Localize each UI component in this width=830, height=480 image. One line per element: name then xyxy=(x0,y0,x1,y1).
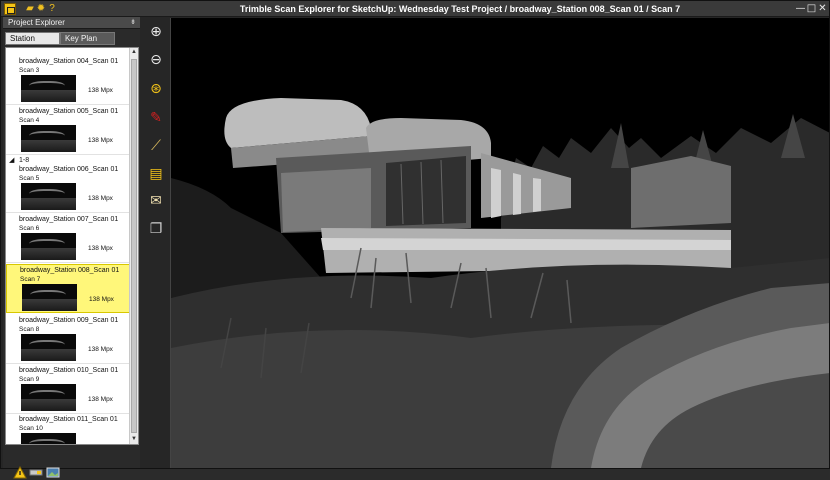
item-scan: Scan 4 xyxy=(19,117,40,124)
item-size: 138 Mpx xyxy=(88,137,113,144)
item-scan: Scan 8 xyxy=(19,326,40,333)
scan-viewport[interactable] xyxy=(170,18,829,468)
list-item[interactable]: broadway_Station 010_Scan 01 Scan 9 138 … xyxy=(6,365,130,414)
list-scrollbar[interactable]: ▲ ▼ xyxy=(129,48,138,444)
maximize-icon[interactable]: □ xyxy=(806,3,817,14)
item-scan: Scan 5 xyxy=(19,175,40,182)
item-size: 138 Mpx xyxy=(88,245,113,252)
zoom-in-icon[interactable]: ⊕ xyxy=(146,22,166,42)
panel-title: Project Explorer xyxy=(8,18,65,27)
folder-icon[interactable]: ▰ xyxy=(25,3,35,15)
group-expand-icon[interactable]: ◢ xyxy=(9,156,14,164)
app-window: ▰ ✹ ? Trimble Scan Explorer for SketchUp… xyxy=(0,0,830,479)
item-scan: Scan 6 xyxy=(19,225,40,232)
note-icon[interactable]: ▤ xyxy=(146,164,166,184)
pin-icon[interactable]: ⇟ xyxy=(130,18,136,26)
key-icon[interactable] xyxy=(29,466,43,479)
zoom-out-icon[interactable]: ⊖ xyxy=(146,50,166,70)
item-size: 138 Mpx xyxy=(88,87,113,94)
scroll-down-icon[interactable]: ▼ xyxy=(130,435,138,444)
item-size: 138 Mpx xyxy=(88,346,113,353)
item-name: broadway_Station 004_Scan 01 xyxy=(19,58,119,65)
viewer-toolbar: ⊕ ⊖ ⊛ ✎ ⟋ ▤ ✉ ❐ xyxy=(144,19,168,249)
item-scan: Scan 3 xyxy=(19,67,40,74)
tab-station[interactable]: Station xyxy=(5,32,60,45)
item-size: 138 Mpx xyxy=(88,396,113,403)
list-item[interactable]: broadway_Station 011_Scan 01 Scan 10 xyxy=(6,414,130,444)
scan-thumbnail[interactable] xyxy=(21,433,76,444)
title-bar[interactable]: ▰ ✹ ? Trimble Scan Explorer for SketchUp… xyxy=(1,1,829,17)
item-scan: Scan 10 xyxy=(19,425,43,432)
item-name: broadway_Station 008_Scan 01 xyxy=(20,267,120,274)
item-scan: Scan 9 xyxy=(19,376,40,383)
measure-icon[interactable]: ⟋ xyxy=(146,136,166,156)
item-name: broadway_Station 007_Scan 01 xyxy=(19,216,119,223)
scan-thumbnail[interactable] xyxy=(21,233,76,260)
gear-icon[interactable]: ✹ xyxy=(36,3,46,15)
station-list[interactable]: broadway_Station 004_Scan 01 Scan 3 138 … xyxy=(5,47,139,445)
scan-thumbnail[interactable] xyxy=(21,334,76,361)
scan-thumbnail[interactable] xyxy=(21,125,76,152)
item-scan: Scan 7 xyxy=(20,276,41,283)
item-name: broadway_Station 005_Scan 01 xyxy=(19,108,119,115)
list-item[interactable]: broadway_Station 006_Scan 01 Scan 5 138 … xyxy=(6,164,130,213)
list-item[interactable]: broadway_Station 009_Scan 01 Scan 8 138 … xyxy=(6,315,130,364)
help-icon[interactable]: ? xyxy=(47,3,57,15)
brush-icon[interactable]: ✎ xyxy=(146,108,166,128)
scroll-thumb[interactable] xyxy=(131,59,137,433)
project-explorer-panel: Project Explorer ⇟ Station Key Plan broa… xyxy=(3,17,140,479)
group-label: 1-8 xyxy=(19,157,30,164)
item-name: broadway_Station 009_Scan 01 xyxy=(19,317,119,324)
scan-thumbnail[interactable] xyxy=(22,284,77,311)
scan-thumbnail[interactable] xyxy=(21,75,76,102)
zoom-extents-icon[interactable]: ⊛ xyxy=(146,79,166,99)
scan-thumbnail[interactable] xyxy=(21,384,76,411)
image-icon[interactable] xyxy=(46,466,60,479)
warning-icon[interactable] xyxy=(13,466,27,479)
point-cloud-view[interactable] xyxy=(171,18,829,468)
item-name: broadway_Station 011_Scan 01 xyxy=(19,416,118,423)
list-item[interactable]: broadway_Station 005_Scan 01 Scan 4 138 … xyxy=(6,106,130,155)
panel-header: Project Explorer ⇟ xyxy=(3,17,140,29)
item-size: 138 Mpx xyxy=(88,195,113,202)
pages-icon[interactable]: ❐ xyxy=(146,219,166,239)
list-item[interactable]: broadway_Station 004_Scan 01 Scan 3 138 … xyxy=(6,56,130,105)
item-size: 138 Mpx xyxy=(89,296,114,303)
tab-key-plan[interactable]: Key Plan xyxy=(60,32,115,45)
minimize-icon[interactable]: — xyxy=(795,3,806,14)
trimble-app-icon[interactable] xyxy=(4,3,16,15)
list-item[interactable]: broadway_Station 007_Scan 01 Scan 6 138 … xyxy=(6,214,130,263)
scroll-up-icon[interactable]: ▲ xyxy=(130,48,138,57)
scan-thumbnail[interactable] xyxy=(21,183,76,210)
item-name: broadway_Station 010_Scan 01 xyxy=(19,367,119,374)
close-icon[interactable]: ✕ xyxy=(817,3,828,14)
item-name: broadway_Station 006_Scan 01 xyxy=(19,166,119,173)
envelope-icon[interactable]: ✉ xyxy=(146,191,166,211)
window-title: Trimble Scan Explorer for SketchUp: Wedn… xyxy=(239,4,681,14)
list-item-selected[interactable]: broadway_Station 008_Scan 01 Scan 7 138 … xyxy=(6,264,130,313)
